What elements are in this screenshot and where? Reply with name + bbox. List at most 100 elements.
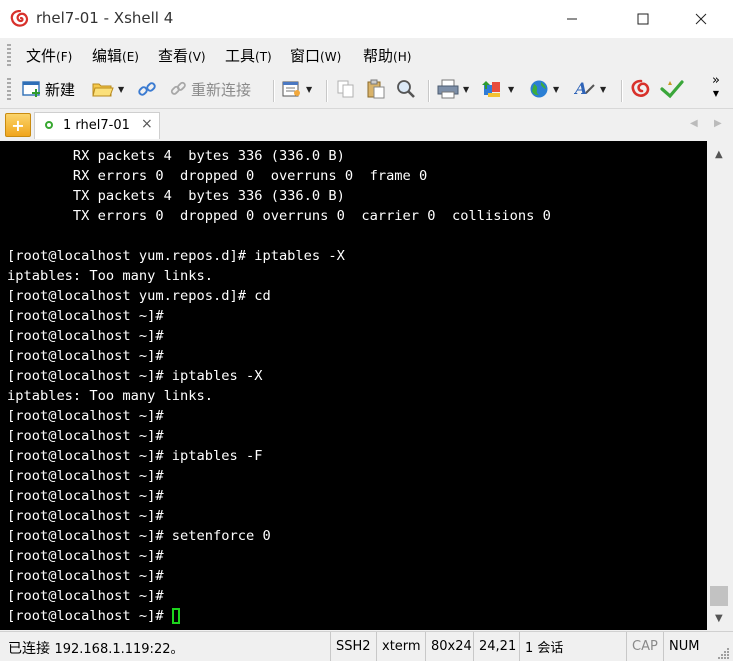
- transfer-dropdown-icon[interactable]: ▼: [508, 85, 514, 94]
- status-bar: 已连接 192.168.1.119:22。 SSH2 xterm 80x24 2…: [0, 631, 733, 661]
- maximize-button[interactable]: [620, 0, 666, 38]
- open-folder-button[interactable]: ▼: [92, 78, 124, 100]
- copy-button[interactable]: [336, 78, 356, 100]
- font-button[interactable]: A ▼: [574, 78, 606, 100]
- terminal-line: iptables: Too many links.: [7, 388, 214, 404]
- terminal-line: RX packets 4 bytes 336 (336.0 B): [7, 148, 345, 164]
- connected-status-icon: [45, 121, 53, 129]
- paste-button[interactable]: [366, 78, 386, 100]
- xshell-logo-icon: [10, 10, 29, 27]
- paste-icon: [367, 79, 385, 99]
- toolbar-separator: [428, 80, 430, 102]
- tab-prev-icon[interactable]: ◀: [690, 118, 698, 129]
- minimize-button[interactable]: [549, 0, 595, 38]
- folder-dropdown-icon[interactable]: ▼: [118, 85, 124, 94]
- menu-window[interactable]: 窗口(W): [290, 45, 341, 66]
- terminal-line: [root@localhost ~]#: [7, 588, 164, 604]
- search-icon: [397, 80, 415, 98]
- toolbar-separator: [621, 80, 623, 102]
- printer-icon: [437, 79, 459, 99]
- status-size: 80x24: [425, 632, 473, 661]
- terminal-line: TX packets 4 bytes 336 (336.0 B): [7, 188, 345, 204]
- tab-close-icon[interactable]: ×: [141, 116, 153, 132]
- print-button[interactable]: ▼: [437, 78, 469, 100]
- terminal-line: [root@localhost ~]#: [7, 568, 164, 584]
- font-icon: A: [574, 79, 595, 98]
- status-cursor-pos: 24,21: [473, 632, 519, 661]
- tab-label: 1 rhel7-01: [63, 118, 130, 133]
- font-dropdown-icon[interactable]: ▼: [600, 85, 606, 94]
- xshell-button[interactable]: [630, 78, 652, 100]
- status-terminal-type: xterm: [376, 632, 424, 661]
- scroll-thumb[interactable]: [710, 586, 728, 606]
- find-button[interactable]: [396, 78, 416, 100]
- copy-icon: [337, 80, 354, 98]
- print-dropdown-icon[interactable]: ▼: [463, 85, 469, 94]
- reconnect-icon: [170, 81, 186, 95]
- status-sessions: 1 会话: [519, 632, 625, 661]
- connection-host: 192.168.1.119:22。: [54, 642, 184, 657]
- terminal-line: [root@localhost ~]#: [7, 408, 164, 424]
- toolbar-separator: [326, 80, 328, 102]
- toolbar-overflow-button[interactable]: » ▼: [712, 74, 720, 98]
- properties-button[interactable]: ▼: [282, 78, 312, 100]
- folder-icon: [92, 83, 114, 97]
- terminal-line: [root@localhost yum.repos.d]# iptables -…: [7, 248, 345, 264]
- terminal-line: [root@localhost ~]#: [7, 488, 164, 504]
- terminal-line: [root@localhost ~]#: [7, 608, 172, 624]
- xftp-button[interactable]: [660, 78, 684, 100]
- terminal-line: RX errors 0 dropped 0 overruns 0 frame 0: [7, 168, 428, 184]
- terminal-line: [root@localhost ~]#: [7, 428, 164, 444]
- terminal-line: [root@localhost yum.repos.d]# cd: [7, 288, 271, 304]
- close-icon: [695, 13, 707, 25]
- add-tab-button[interactable]: +: [5, 113, 31, 137]
- new-session-button[interactable]: 新建: [22, 78, 75, 100]
- close-button[interactable]: [678, 0, 724, 38]
- menu-view[interactable]: 查看(V): [158, 45, 206, 66]
- new-session-label: 新建: [45, 80, 76, 99]
- scroll-down-icon[interactable]: ▼: [715, 613, 723, 624]
- status-num: NUM: [663, 632, 708, 661]
- terminal-line: [root@localhost ~]# iptables -F: [7, 448, 263, 464]
- tab-bar: + 1 rhel7-01 × ◀ ▶: [0, 110, 733, 140]
- terminal-line: [root@localhost ~]#: [7, 348, 164, 364]
- tab-rhel7-01[interactable]: 1 rhel7-01 ×: [34, 112, 160, 139]
- title-bar: rhel7-01 - Xshell 4: [0, 0, 733, 38]
- terminal-line: [root@localhost ~]#: [7, 308, 164, 324]
- terminal-line: [root@localhost ~]#: [7, 468, 164, 484]
- xshell-icon: [631, 79, 650, 97]
- menu-edit[interactable]: 编辑(E): [92, 45, 139, 66]
- toolbar-separator: [273, 80, 275, 102]
- status-caps: CAP: [626, 632, 663, 661]
- internet-button[interactable]: ▼: [529, 78, 559, 100]
- new-session-icon: [22, 81, 40, 97]
- menu-help[interactable]: 帮助(H): [363, 45, 411, 66]
- terminal-scrollbar[interactable]: ▲ ▼: [707, 141, 733, 630]
- toolbar-grip: [7, 78, 11, 102]
- internet-dropdown-icon[interactable]: ▼: [553, 85, 559, 94]
- connection-status-label: 已连接: [8, 641, 50, 657]
- toolbar: 新建 ▼ 重新连接 ▼ ▼ ▼ ▼ A ▼ » ▼: [0, 72, 733, 109]
- link-icon: [138, 82, 156, 96]
- resize-grip-icon[interactable]: [716, 646, 730, 660]
- properties-icon: [282, 81, 300, 97]
- terminal-output[interactable]: RX packets 4 bytes 336 (336.0 B) RX erro…: [0, 141, 707, 630]
- connect-button[interactable]: [137, 78, 157, 100]
- properties-dropdown-icon[interactable]: ▼: [306, 85, 312, 94]
- terminal-line: [root@localhost ~]# iptables -X: [7, 368, 263, 384]
- menu-file[interactable]: 文件(F): [26, 45, 72, 66]
- reconnect-button[interactable]: 重新连接: [168, 78, 251, 100]
- menu-tools[interactable]: 工具(T): [225, 45, 272, 66]
- tab-next-icon[interactable]: ▶: [714, 118, 722, 129]
- terminal-line: TX errors 0 dropped 0 overruns 0 carrier…: [7, 208, 551, 224]
- terminal-line: [root@localhost ~]#: [7, 328, 164, 344]
- plus-icon: +: [11, 115, 25, 135]
- scroll-up-icon[interactable]: ▲: [715, 149, 723, 160]
- connection-status: 已连接 192.168.1.119:22。: [8, 638, 183, 658]
- svg-text:A: A: [574, 79, 587, 98]
- file-transfer-icon: [482, 81, 500, 97]
- maximize-icon: [637, 13, 649, 25]
- chevron-down-icon: ▼: [712, 89, 720, 98]
- transfer-button[interactable]: ▼: [482, 78, 514, 100]
- globe-icon: [530, 80, 548, 98]
